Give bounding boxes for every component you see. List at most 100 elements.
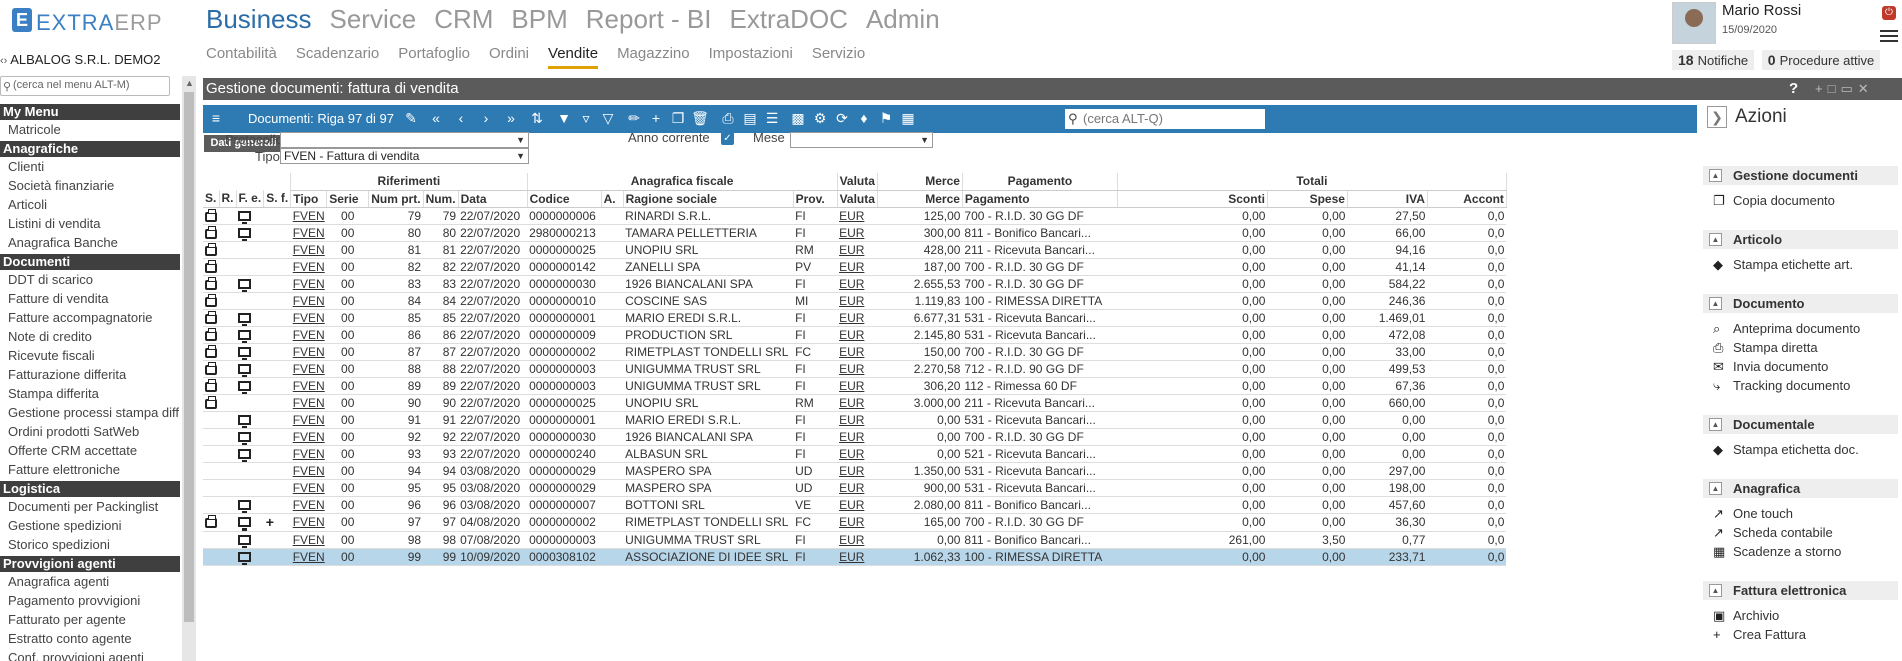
cell-valuta-value[interactable]: EUR	[839, 550, 864, 564]
cell-valuta-value[interactable]: EUR	[839, 209, 864, 223]
delete-icon[interactable]: 🗑	[691, 109, 709, 127]
window-controls-icon[interactable]: +□▭✕	[1815, 78, 1874, 100]
export-icon[interactable]: ▤	[741, 109, 759, 127]
cell-tipo-value[interactable]: FVEN	[293, 498, 325, 512]
printer-icon[interactable]	[205, 378, 217, 392]
cell-valuta-value[interactable]: EUR	[839, 379, 864, 393]
cell-tipo-value[interactable]: FVEN	[293, 481, 325, 495]
sidebar-item[interactable]: Anagrafica agenti	[0, 572, 180, 591]
extraerp-logo[interactable]: E EXTRAERP	[8, 6, 184, 36]
collapse-icon[interactable]: ▲	[1709, 233, 1722, 246]
cell-valuta-value[interactable]: EUR	[839, 226, 864, 240]
attachment-icon[interactable]: ▩	[789, 109, 807, 127]
sidebar-item[interactable]: Listini di vendita	[0, 214, 180, 233]
sub-nav-item[interactable]: Impostazioni	[709, 45, 793, 66]
grid-search-input[interactable]: ⚲ (cerca ALT-Q)	[1065, 109, 1265, 129]
list-icon[interactable]: ≡	[207, 109, 225, 127]
sidebar-section-header[interactable]: Documenti	[0, 254, 180, 270]
cell-tipo-value[interactable]: FVEN	[293, 413, 325, 427]
monitor-icon[interactable]	[238, 499, 251, 512]
help-icon[interactable]: ?	[1789, 78, 1798, 100]
table-row[interactable]: + FVEN 00 97 97 04/08/2020 0000000002 RIMETPLAS…	[203, 513, 1507, 532]
cell-tipo-value[interactable]: FVEN	[293, 345, 325, 359]
first-record-icon[interactable]: «	[427, 109, 445, 127]
cell-valuta-value[interactable]: EUR	[839, 515, 864, 529]
table-row[interactable]: FVEN 00 85 85 22/07/2020 0000000001 MARIO ERED…	[203, 309, 1507, 327]
refresh-icon[interactable]: ⟳	[833, 109, 851, 127]
cell-tipo-value[interactable]: FVEN	[293, 362, 325, 376]
cell-tipo-value[interactable]: FVEN	[293, 311, 325, 325]
cell-valuta-value[interactable]: EUR	[839, 277, 864, 291]
cell-valuta-value[interactable]: EUR	[839, 396, 864, 410]
menu-search-input[interactable]: ⚲ (cerca nel menu ALT-M)	[0, 76, 170, 96]
cell-tipo-value[interactable]: FVEN	[293, 379, 325, 393]
azioni-item[interactable]: ⎙ Stampa diretta	[1713, 340, 1818, 355]
column-header[interactable]: Merce	[877, 190, 963, 208]
azioni-item[interactable]: ⌕ Anteprima documento	[1713, 321, 1860, 336]
azioni-item[interactable]: ▣ Archivio	[1713, 608, 1779, 623]
sidebar-item[interactable]: Ricevute fiscali	[0, 346, 180, 365]
notifiche-button[interactable]: 18 Notifiche	[1672, 50, 1755, 70]
azioni-item[interactable]: ◆ Stampa etichetta doc.	[1713, 442, 1859, 457]
monitor-icon[interactable]	[238, 431, 251, 444]
azioni-item[interactable]: ↗ Scheda contabile	[1713, 525, 1833, 540]
sidebar-item[interactable]: Fatture elettroniche	[0, 460, 180, 479]
column-header[interactable]: Data	[458, 190, 528, 208]
azioni-section-header[interactable]: ▲ Gestione documenti	[1703, 166, 1898, 185]
azioni-section-header[interactable]: ▲ Fattura elettronica	[1703, 581, 1898, 600]
settings-icon[interactable]: ⚙	[811, 109, 829, 127]
scroll-up-icon[interactable]: ▲	[185, 78, 194, 88]
monitor-icon[interactable]	[238, 517, 251, 530]
sidebar-item[interactable]: Stampa differita	[0, 384, 180, 403]
cell-tipo-value[interactable]: FVEN	[293, 277, 325, 291]
column-header[interactable]: F. e.	[236, 190, 265, 208]
sidebar-section-header[interactable]: My Menu	[0, 104, 180, 120]
cell-tipo-value[interactable]: FVEN	[293, 533, 325, 547]
printer-icon[interactable]	[205, 327, 217, 341]
avatar[interactable]	[1672, 2, 1716, 44]
cell-tipo-value[interactable]: FVEN	[293, 430, 325, 444]
printer-icon[interactable]	[205, 242, 217, 256]
print-icon[interactable]: ⎙	[719, 109, 737, 127]
chevron-right-icon[interactable]: ❯	[1707, 106, 1727, 128]
column-header[interactable]: A.	[601, 190, 624, 208]
cell-tipo-value[interactable]: FVEN	[293, 328, 325, 342]
clear-filter-icon[interactable]: ▿	[577, 109, 595, 127]
plus-icon[interactable]: +	[266, 514, 274, 530]
printer-icon[interactable]	[205, 225, 217, 239]
sidebar-item[interactable]: Offerte CRM accettate	[0, 441, 180, 460]
monitor-icon[interactable]	[238, 380, 251, 393]
sidebar-item[interactable]: Fatturazione differita	[0, 365, 180, 384]
monitor-icon[interactable]	[238, 210, 251, 223]
sidebar-item[interactable]: Estratto conto agente	[0, 629, 180, 648]
cell-valuta-value[interactable]: EUR	[839, 260, 864, 274]
main-nav-item[interactable]: Report - BI	[586, 4, 712, 35]
azioni-item[interactable]: ⤷ Tracking documento	[1713, 378, 1850, 393]
duplicate-icon[interactable]: ❐	[669, 109, 687, 127]
calendar-icon[interactable]: ▦	[899, 109, 917, 127]
power-icon[interactable]: ⏻	[1882, 6, 1896, 20]
sidebar-item[interactable]: Anagrafica Banche	[0, 233, 180, 252]
cell-valuta-value[interactable]: EUR	[839, 498, 864, 512]
table-row[interactable]: FVEN 00 81 81 22/07/2020 0000000025 UNOPIU SRL…	[203, 241, 1507, 259]
sidebar-item[interactable]: Clienti	[0, 157, 180, 176]
printer-icon[interactable]	[205, 515, 217, 528]
column-header[interactable]: Codice	[527, 190, 602, 208]
align-icon[interactable]: ☰	[763, 109, 781, 127]
cell-valuta-value[interactable]: EUR	[839, 430, 864, 444]
azioni-section-header[interactable]: ▲ Documento	[1703, 294, 1898, 313]
printer-icon[interactable]	[205, 361, 217, 375]
last-record-icon[interactable]: »	[502, 109, 520, 127]
sidebar-item[interactable]: Fatturato per agente	[0, 610, 180, 629]
cell-valuta-value[interactable]: EUR	[839, 413, 864, 427]
monitor-icon[interactable]	[238, 414, 251, 427]
sidebar-item[interactable]: Articoli	[0, 195, 180, 214]
table-row[interactable]: FVEN 00 89 89 22/07/2020 0000000003 UNIGUMMA T…	[203, 377, 1507, 395]
column-header[interactable]: IVA	[1347, 190, 1428, 208]
column-header[interactable]: Prov.	[793, 190, 838, 208]
table-row[interactable]: FVEN 00 79 79 22/07/2020 0000000006 RINARDI S.…	[203, 207, 1507, 225]
anno-corrente-checkbox[interactable]: ✓	[721, 132, 734, 145]
cell-tipo-value[interactable]: FVEN	[293, 464, 325, 478]
azioni-section-header[interactable]: ▲ Anagrafica	[1703, 479, 1898, 498]
sidebar-item[interactable]: Fatture di vendita	[0, 289, 180, 308]
